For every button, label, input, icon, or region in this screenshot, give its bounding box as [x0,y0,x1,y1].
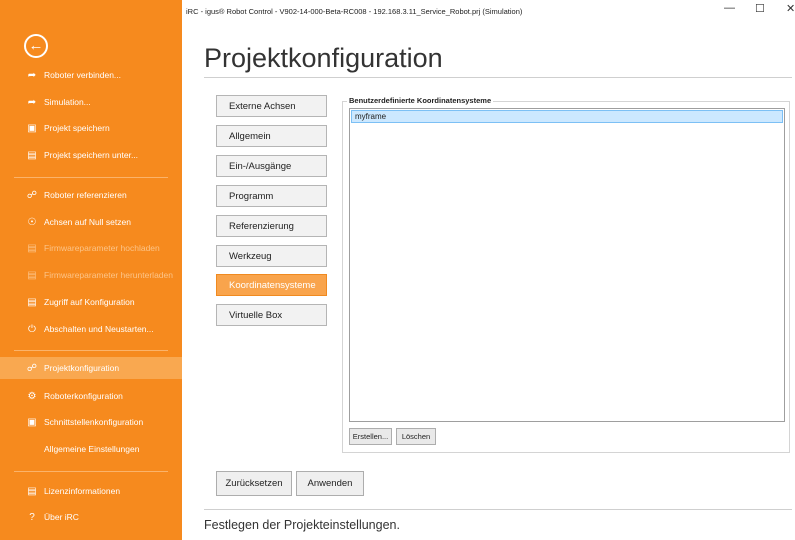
sidebar-item-zugriff-konfiguration[interactable]: ▤ Zugriff auf Konfiguration [0,291,182,313]
tab-koordinatensysteme[interactable]: Koordinatensysteme [216,274,327,296]
tab-allgemein[interactable]: Allgemein [216,125,327,147]
sidebar-item-achsen-null[interactable]: ☉ Achsen auf Null setzen [0,211,182,233]
sidebar-item-roboter-verbinden[interactable]: ➦ Roboter verbinden... [0,64,182,86]
sidebar-item-firmware-hochladen[interactable]: ▤ Firmwareparameter hochladen [0,237,182,259]
sidebar-item-ueber-irc[interactable]: ? Über iRC [0,506,182,528]
tab-virtuelle-box[interactable]: Virtuelle Box [216,304,327,326]
tab-werkzeug[interactable]: Werkzeug [216,245,327,267]
connect-icon: ➦ [27,69,37,81]
sidebar: ← ➦ Roboter verbinden... ➦ Simulation...… [0,0,182,540]
tab-externe-achsen[interactable]: Externe Achsen [216,95,327,117]
list-item[interactable]: myframe [351,110,783,123]
tab-programm[interactable]: Programm [216,185,327,207]
sidebar-item-lizenzinformationen[interactable]: ▤ Lizenzinformationen [0,480,182,502]
sidebar-item-label: Projekt speichern unter... [44,150,139,160]
sidebar-item-label: Zugriff auf Konfiguration [44,297,135,307]
sidebar-item-roboter-referenzieren[interactable]: ☍ Roboter referenzieren [0,184,182,206]
sidebar-item-label: Allgemeine Einstellungen [44,444,140,454]
help-icon: ? [29,511,35,523]
sidebar-item-projektkonfiguration[interactable]: ☍ Projektkonfiguration [0,357,182,379]
window-title-bar: iRC - igus® Robot Control - V902-14-000-… [182,0,795,22]
sidebar-item-projekt-speichern[interactable]: ▣ Projekt speichern [0,117,182,139]
interface-icon: ▣ [27,416,37,428]
config-access-icon: ▤ [27,296,37,308]
reference-icon: ☍ [26,189,38,201]
sidebar-item-firmware-herunterladen[interactable]: ▤ Firmwareparameter herunterladen [0,264,182,286]
sidebar-item-label: Projektkonfiguration [44,363,120,373]
zero-axes-icon: ☉ [27,216,37,228]
back-arrow-icon[interactable]: ← [24,34,48,58]
sidebar-item-label: Roboter referenzieren [44,190,127,200]
tab-referenzierung[interactable]: Referenzierung [216,215,327,237]
sidebar-divider [14,177,168,178]
sidebar-item-label: Roboter verbinden... [44,70,122,80]
sidebar-divider [14,471,168,472]
upload-icon: ▤ [27,242,37,254]
sidebar-item-label: Projekt speichern [44,123,110,133]
frames-list[interactable]: myframe [349,108,785,422]
sidebar-item-roboterkonfiguration[interactable]: ⚙ Roboterkonfiguration [0,385,182,407]
sidebar-item-projekt-speichern-unter[interactable]: ▤ Projekt speichern unter... [0,144,182,166]
save-as-icon: ▤ [27,149,37,161]
sidebar-item-simulation[interactable]: ➦ Simulation... [0,91,182,113]
status-text: Festlegen der Projekteinstellungen. [204,518,400,532]
sidebar-item-label: Achsen auf Null setzen [44,217,131,227]
apply-button[interactable]: Anwenden [296,471,364,496]
project-config-icon: ☍ [26,362,38,374]
sidebar-item-abschalten-neustarten[interactable]: ⏻ Abschalten und Neustarten... [0,318,182,340]
sidebar-item-allgemeine-einstellungen[interactable]: Allgemeine Einstellungen [0,438,182,460]
minimize-icon[interactable]: — [724,2,735,14]
reset-button[interactable]: Zurücksetzen [216,471,292,496]
sidebar-divider [14,350,168,351]
title-divider [204,77,792,78]
sidebar-item-label: Firmwareparameter herunterladen [44,270,173,280]
group-title: Benutzerdefinierte Koordinatensysteme [347,96,494,105]
page-title: Projektkonfiguration [204,43,443,73]
maximize-icon[interactable]: ☐ [755,2,765,15]
gear-icon: ⚙ [27,390,37,402]
status-divider [204,509,792,510]
close-icon[interactable]: ✕ [786,2,795,15]
license-icon: ▤ [27,485,37,497]
sidebar-item-label: Roboterkonfiguration [44,391,123,401]
sidebar-item-label: Simulation... [44,97,91,107]
power-icon: ⏻ [28,323,36,335]
sidebar-item-label: Lizenzinformationen [44,486,121,496]
tab-ein-ausgaenge[interactable]: Ein-/Ausgänge [216,155,327,177]
delete-button[interactable]: Löschen [396,428,436,445]
sidebar-item-label: Abschalten und Neustarten... [44,324,154,334]
sidebar-item-schnittstellenkonfiguration[interactable]: ▣ Schnittstellenkonfiguration [0,411,182,433]
sidebar-item-label: Über iRC [44,512,79,522]
save-icon: ▣ [27,122,37,134]
window-title: iRC - igus® Robot Control - V902-14-000-… [186,6,523,16]
connect-icon: ➦ [27,96,37,108]
download-icon: ▤ [27,269,37,281]
sidebar-item-label: Firmwareparameter hochladen [44,243,160,253]
create-button[interactable]: Erstellen... [349,428,392,445]
sidebar-item-label: Schnittstellenkonfiguration [44,417,144,427]
